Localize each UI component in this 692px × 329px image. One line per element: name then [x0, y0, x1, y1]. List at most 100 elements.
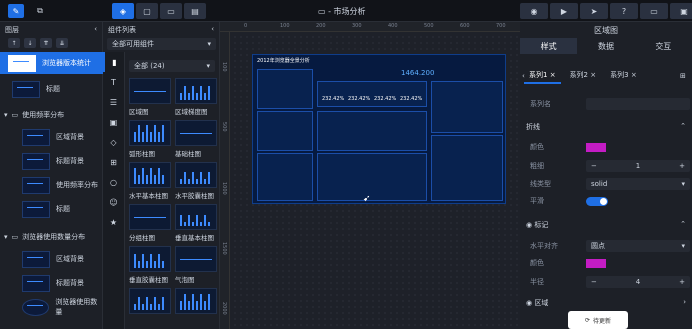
- canvas-view-icon[interactable]: ▭: [160, 3, 182, 19]
- properties-tabs: 样式 数据 交互: [520, 38, 692, 54]
- smooth-toggle[interactable]: [586, 196, 608, 206]
- component-item[interactable]: 基础柱图: [175, 120, 217, 158]
- circle-category-icon[interactable]: ○: [103, 172, 124, 192]
- marker-section[interactable]: ◉ 标记 ⌃: [526, 220, 686, 230]
- component-item[interactable]: 水平基本柱图: [129, 162, 171, 200]
- screen-icon[interactable]: ▭: [640, 3, 668, 19]
- line-width-stepper[interactable]: − 1 +: [586, 160, 690, 172]
- edit-icon[interactable]: ✎: [8, 4, 24, 18]
- dashboard-stat-panel: 232.42% 232.42% 232.42% 232.42%: [317, 81, 427, 107]
- component-label: 弧形柱图: [129, 150, 155, 158]
- dashboard-preview[interactable]: 2012年浏览器全景分析 1464.200 232.42% 232.42% 23…: [252, 54, 506, 204]
- dashboard-area-panel: [431, 81, 503, 133]
- layer-item[interactable]: 使用频率分布: [0, 174, 103, 196]
- layer-item[interactable]: 浏览器使用数量: [0, 296, 103, 318]
- chart-category-icon[interactable]: ▮: [103, 52, 124, 72]
- layer-item-title[interactable]: 标题: [0, 78, 103, 100]
- list-category-icon[interactable]: ☰: [103, 92, 124, 112]
- layer-item[interactable]: 标题背景: [0, 272, 103, 294]
- component-item[interactable]: 弧形柱图: [129, 120, 171, 158]
- user-category-icon[interactable]: ☺: [103, 192, 124, 212]
- plus-icon[interactable]: +: [679, 278, 685, 286]
- layer-thumbnail: [22, 152, 50, 170]
- add-series-icon[interactable]: ⊞: [680, 72, 686, 80]
- layer-item-browser-stats[interactable]: 浏览器版本统计: [0, 52, 103, 74]
- shape-value: 圆点: [591, 242, 605, 250]
- layer-item[interactable]: 标题背景: [0, 150, 103, 172]
- panel-view-icon[interactable]: ▤: [184, 3, 206, 19]
- component-item[interactable]: 垂直基本柱图: [175, 204, 217, 242]
- layers-view-icon[interactable]: ◈: [112, 3, 134, 19]
- tab-series-1[interactable]: 系列1 ×: [524, 68, 561, 84]
- cube-category-icon[interactable]: ◇: [103, 132, 124, 152]
- series-name-row: 系列名: [530, 98, 690, 110]
- dashboard-ring-panel: [431, 135, 503, 201]
- collapse-icon[interactable]: ‹: [211, 25, 214, 33]
- plus-icon[interactable]: +: [679, 162, 685, 170]
- component-label: 区域梯度图: [175, 108, 208, 116]
- component-item[interactable]: 气泡图: [175, 246, 217, 284]
- component-thumbnail: [129, 78, 171, 104]
- component-subfilter-select[interactable]: 全部 (24) ▾: [129, 60, 215, 72]
- move-down-icon[interactable]: ↓: [24, 38, 36, 48]
- layer-group-frequency[interactable]: ▾ ▭ 使用频率分布: [4, 110, 102, 120]
- tab-series-3[interactable]: 系列3 ×: [605, 68, 642, 84]
- move-bottom-icon[interactable]: ⇊: [56, 38, 68, 48]
- tab-data[interactable]: 数据: [577, 38, 634, 54]
- component-item[interactable]: 垂直胶囊柱图: [129, 246, 171, 284]
- move-top-icon[interactable]: ⇈: [40, 38, 52, 48]
- marker-color-row: 颜色: [530, 258, 690, 268]
- marker-radius-stepper[interactable]: − 4 +: [586, 276, 690, 288]
- minus-icon[interactable]: −: [591, 278, 597, 286]
- group-label: 浏览器使用数量分布: [22, 233, 86, 241]
- layer-label: 标题: [56, 205, 70, 213]
- marker-color-swatch[interactable]: [586, 258, 606, 268]
- layers-toggle-icon[interactable]: ⧉: [32, 4, 48, 18]
- component-item[interactable]: 区域梯度图: [175, 78, 217, 116]
- component-item[interactable]: 区域图: [129, 78, 171, 116]
- layer-item[interactable]: 标题: [0, 198, 103, 220]
- series-tabs: 系列1 × 系列2 × 系列3 ×: [524, 68, 642, 84]
- eye-icon[interactable]: ◉: [526, 221, 532, 229]
- map-category-icon[interactable]: ⊞: [103, 152, 124, 172]
- collapse-icon[interactable]: ‹: [94, 25, 97, 33]
- properties-panel: 区域图 样式 数据 交互 ‹ 系列1 × 系列2 × 系列3 × ⊞ 系列名 折…: [520, 22, 692, 329]
- preview-icon[interactable]: ◉: [520, 3, 548, 19]
- layer-item[interactable]: 区域背景: [0, 126, 103, 148]
- line-type-select[interactable]: solid ▾: [586, 178, 690, 190]
- marker-shape-select[interactable]: 圆点 ▾: [586, 240, 690, 252]
- component-label: 垂直基本柱图: [175, 234, 214, 242]
- minus-icon[interactable]: −: [591, 162, 597, 170]
- component-item[interactable]: [175, 288, 217, 316]
- line-color-swatch[interactable]: [586, 142, 606, 152]
- export-icon[interactable]: ▣: [670, 3, 692, 19]
- update-toast[interactable]: ⟳ 待更新: [568, 311, 628, 329]
- move-up-icon[interactable]: ↑: [8, 38, 20, 48]
- star-category-icon[interactable]: ★: [103, 212, 124, 232]
- eye-icon[interactable]: ◉: [526, 299, 532, 307]
- layer-group-usage[interactable]: ▾ ▭ 浏览器使用数量分布: [4, 232, 102, 242]
- help-icon[interactable]: ?: [610, 3, 638, 19]
- series-name-input[interactable]: [586, 98, 690, 110]
- component-filter-select[interactable]: 全部可用组件 ▾: [107, 38, 216, 50]
- chevron-down-icon: ▾: [207, 40, 211, 48]
- component-item[interactable]: 水平胶囊柱图: [175, 162, 217, 200]
- editor-canvas[interactable]: 0 100 200 300 400 500 600 700 100 500 1000 1500 200…: [220, 22, 520, 329]
- tab-series-2[interactable]: 系列2 ×: [565, 68, 602, 84]
- record-icon[interactable]: ▶: [550, 3, 578, 19]
- component-item[interactable]: [129, 288, 171, 316]
- page-title: ▭ - 市场分析: [318, 7, 366, 16]
- media-category-icon[interactable]: ▣: [103, 112, 124, 132]
- tab-interaction[interactable]: 交互: [635, 38, 692, 54]
- chevron-down-icon: ▾: [4, 233, 8, 241]
- components-view-icon[interactable]: ▢: [136, 3, 158, 19]
- component-item[interactable]: 分组柱图: [129, 204, 171, 242]
- tab-style[interactable]: 样式: [520, 38, 578, 54]
- text-category-icon[interactable]: T: [103, 72, 124, 92]
- publish-icon[interactable]: ➤: [580, 3, 608, 19]
- line-section[interactable]: 折线 ⌃: [526, 122, 686, 132]
- area-section[interactable]: ◉ 区域 ›: [526, 298, 686, 308]
- marker-radius-row: 半径 − 4 +: [530, 276, 690, 288]
- layer-item[interactable]: 区域背景: [0, 248, 103, 270]
- layer-label: 浏览器使用数量: [55, 298, 98, 316]
